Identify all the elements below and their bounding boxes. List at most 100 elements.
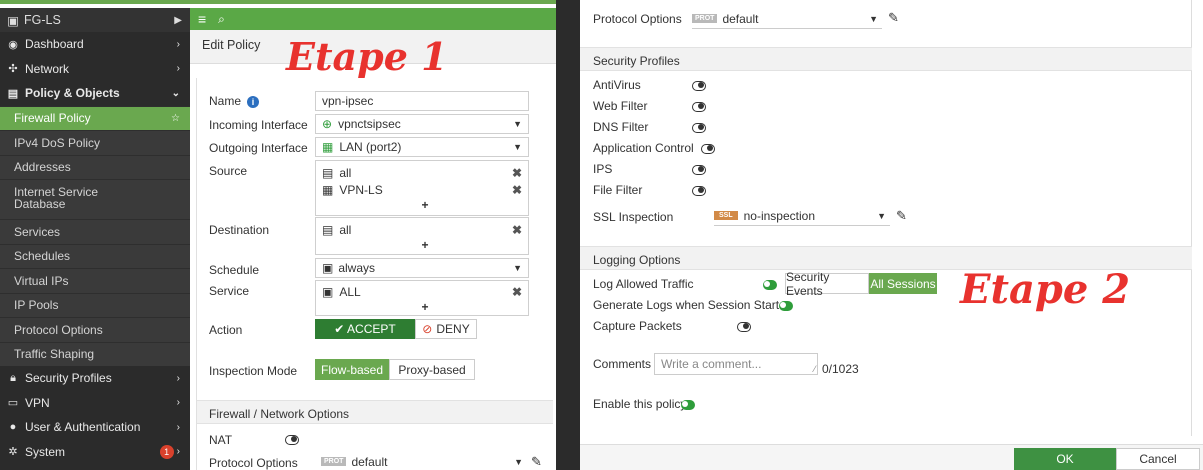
all-sessions-button[interactable]: All Sessions [869, 273, 937, 294]
sidebar-item-ipv4-dos-policy[interactable]: IPv4 DoS Policy [0, 130, 190, 155]
dropdown-arrow-icon: ▼ [513, 263, 522, 273]
sidebar-item-security-profiles[interactable]: 🔒︎ Security Profiles › [0, 366, 190, 391]
sidebar-item-services[interactable]: Services [0, 219, 190, 244]
action-label: Action [209, 323, 243, 337]
sidebar-item-addresses[interactable]: Addresses [0, 154, 190, 179]
dns-filter-label: DNS Filter [593, 120, 649, 134]
sidebar-item-network[interactable]: ✣ Network › [0, 57, 190, 82]
log-allowed-traffic-toggle[interactable] [763, 279, 777, 293]
file-filter-toggle[interactable] [692, 185, 706, 199]
chevron-down-icon: ⌄ [171, 87, 180, 99]
dropdown-arrow-icon: ▼ [869, 13, 878, 24]
ssl-inspection-select[interactable]: SSL no-inspection ▼ [714, 206, 890, 226]
remove-icon[interactable]: ✖ [512, 183, 522, 197]
sidebar-item-system[interactable]: ✲ System 1 › [0, 440, 190, 465]
outgoing-interface-label: Outgoing Interface [209, 141, 308, 155]
sidebar-item-schedules[interactable]: Schedules [0, 243, 190, 268]
device-name: FG-LS [24, 13, 61, 27]
dropdown-arrow-icon: ▼ [514, 456, 523, 467]
application-control-toggle[interactable] [701, 143, 715, 157]
toggle-off-icon [285, 435, 299, 445]
web-filter-toggle[interactable] [692, 101, 706, 115]
toggle-off-icon [692, 102, 706, 112]
service-label: Service [209, 284, 250, 298]
generate-logs-label: Generate Logs when Session Starts [593, 298, 786, 312]
remove-icon[interactable]: ✖ [512, 166, 522, 180]
edit-pencil-icon[interactable]: ✎ [888, 10, 899, 26]
sidebar-item-firewall-policy[interactable]: Firewall Policy ☆ [0, 105, 190, 130]
comments-count: 0/1023 [822, 362, 859, 376]
flow-based-button[interactable]: Flow-based [315, 359, 389, 380]
sidebar-item-policy-objects[interactable]: ▤ Policy & Objects ⌄ [0, 81, 190, 106]
deny-label: DENY [436, 322, 470, 336]
top-bar: ≡ ⌕ [190, 8, 556, 30]
sidebar-item-virtual-ips[interactable]: Virtual IPs [0, 268, 190, 293]
image-divider [556, 0, 580, 470]
source-field[interactable]: ▤ all ✖ ▦ VPN-LS ✖ + [315, 160, 529, 216]
left-panel: ▣ FG-LS ▶ ◉ Dashboard › ✣ Network › ▤ Policy … [0, 0, 556, 470]
sidebar-item-protocol-options[interactable]: Protocol Options [0, 317, 190, 342]
chevron-right-icon: › [176, 421, 180, 433]
destination-field[interactable]: ▤ all ✖ + [315, 217, 529, 255]
sidebar-item-dashboard[interactable]: ◉ Dashboard › [0, 32, 190, 57]
add-service-icon[interactable]: + [322, 300, 528, 314]
prot-badge: PROT [692, 14, 718, 23]
log-allowed-traffic-label: Log Allowed Traffic [593, 277, 694, 291]
comments-input[interactable]: Write a comment... [654, 353, 818, 375]
add-destination-icon[interactable]: + [322, 238, 528, 252]
dns-filter-toggle[interactable] [692, 122, 706, 136]
toggle-on-icon [779, 301, 793, 311]
edit-pencil-icon[interactable]: ✎ [531, 454, 542, 470]
resize-icon[interactable]: ⁄ [814, 364, 816, 374]
comments-label: Comments [593, 357, 652, 371]
destination-entry-all: ▤ all ✖ [322, 222, 522, 237]
ok-button[interactable]: OK [1014, 448, 1116, 470]
sidebar-header[interactable]: ▣ FG-LS ▶ [0, 8, 190, 32]
sidebar-item-ip-pools[interactable]: IP Pools [0, 292, 190, 317]
protocol-options-select[interactable]: PROT default ▼ [692, 9, 882, 29]
capture-packets-label: Capture Packets [593, 319, 682, 333]
prot-badge: PROT [321, 457, 347, 466]
outgoing-interface-select[interactable]: ▦ LAN (port2) ▼ [315, 137, 529, 157]
accept-button[interactable]: ✔ ACCEPT [315, 319, 415, 339]
enable-policy-toggle[interactable] [681, 399, 695, 413]
cancel-button[interactable]: Cancel [1116, 448, 1200, 470]
web-filter-label: Web Filter [593, 99, 648, 113]
remove-icon[interactable]: ✖ [512, 223, 522, 237]
sidebar-item-internet-service-database[interactable]: Internet Service Database [0, 179, 190, 219]
protocol-options-label: Protocol Options [593, 12, 682, 26]
policy-icon: ▤ [7, 87, 19, 100]
capture-packets-toggle[interactable] [737, 321, 751, 335]
antivirus-label: AntiVirus [593, 78, 641, 92]
toggle-off-icon [692, 81, 706, 91]
deny-button[interactable]: ⊘ DENY [415, 319, 477, 339]
name-label: Name i [209, 94, 260, 108]
protocol-options-select[interactable]: PROT default ▼ [315, 452, 529, 470]
ips-toggle[interactable] [692, 164, 706, 178]
sidebar-item-vpn[interactable]: ▭ VPN › [0, 391, 190, 416]
add-source-icon[interactable]: + [322, 198, 528, 212]
nat-toggle[interactable] [285, 434, 299, 448]
proxy-based-button[interactable]: Proxy-based [389, 359, 475, 380]
remove-icon[interactable]: ✖ [512, 285, 522, 299]
name-field[interactable]: vpn-ipsec [315, 91, 529, 111]
annotation-step-2: Etape 2 [960, 266, 1131, 313]
service-field[interactable]: ▣ ALL ✖ + [315, 280, 529, 316]
schedule-select[interactable]: ▣ always ▼ [315, 258, 529, 278]
star-icon[interactable]: ☆ [171, 113, 180, 124]
security-events-button[interactable]: Security Events [785, 270, 869, 298]
network-icon: ✣ [8, 63, 18, 76]
user-icon: ● [9, 421, 17, 434]
search-icon[interactable]: ⌕ [218, 12, 225, 27]
antivirus-toggle[interactable] [692, 80, 706, 94]
edit-pencil-icon[interactable]: ✎ [896, 208, 907, 224]
info-icon[interactable]: i [247, 96, 260, 108]
ips-label: IPS [593, 162, 613, 176]
generate-logs-toggle[interactable] [779, 300, 793, 314]
sidebar-item-traffic-shaping[interactable]: Traffic Shaping [0, 341, 190, 366]
menu-icon[interactable]: ≡ [198, 11, 206, 27]
incoming-interface-select[interactable]: ⊕ vpnctsipsec ▼ [315, 114, 529, 134]
application-control-label: Application Control [593, 141, 694, 155]
file-filter-label: File Filter [593, 183, 643, 197]
sidebar-item-user-authentication[interactable]: ● User & Authentication › [0, 415, 190, 440]
